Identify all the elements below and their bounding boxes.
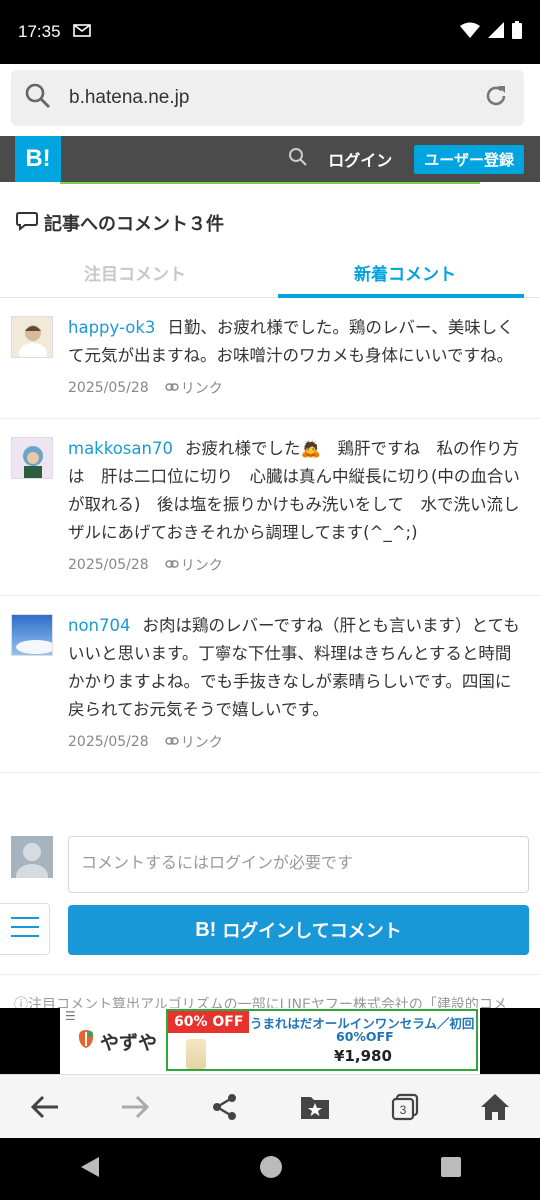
comment-link[interactable]: リンク (165, 732, 223, 752)
comment-bubble-icon (16, 211, 38, 236)
section-title: 記事へのコメント３件 (16, 210, 224, 236)
address-bar[interactable]: b.hatena.ne.jp (11, 70, 524, 126)
comment-date: 2025/05/28 (68, 734, 149, 750)
status-bar: 17:35 (0, 0, 540, 64)
reload-icon[interactable] (482, 82, 510, 114)
ad-price: ¥1,980 (334, 1047, 392, 1065)
page: 17:35 b.hatena.ne.jp B! ログイン ユーザー登録 記事への… (0, 0, 540, 1200)
comment-date: 2025/05/28 (68, 380, 149, 396)
list-item: makkosan70 お疲れ様でした🙇 鶏肝ですね 私の作り方は 肝は二口位に切り… (0, 419, 540, 596)
link-icon (165, 734, 179, 750)
hatena-logo[interactable]: B! (15, 136, 61, 182)
comment-body: non704 お肉は鶏のレバーですね（肝とも言います）とてもいいと思います。丁寧な… (68, 612, 526, 724)
comment-link-label: リンク (180, 381, 223, 397)
comment-link[interactable]: リンク (165, 555, 223, 575)
comment-body: makkosan70 お疲れ様でした🙇 鶏肝ですね 私の作り方は 肝は二口位に切り… (68, 435, 536, 547)
search-icon (25, 83, 51, 113)
wifi-icon (460, 22, 480, 42)
comment-date: 2025/05/28 (68, 557, 149, 573)
status-time: 17:35 (18, 22, 61, 41)
ad-offer: 60% OFF うまれはだオールインワンセラム／初回 60%OFF ¥1,980 (166, 1009, 478, 1071)
tabs-count: 3 (400, 1103, 407, 1117)
default-avatar-icon (11, 836, 53, 878)
comment-link-label: リンク (180, 735, 223, 751)
site-search-icon[interactable] (288, 147, 308, 171)
comment-username[interactable]: happy-ok3 (68, 318, 155, 337)
tab-featured[interactable]: 注目コメント (0, 252, 270, 297)
comment-list: happy-ok3 日勤、お疲れ様でした。鶏のレバー、美味しくて元気が出ますね。お… (0, 298, 540, 773)
avatar[interactable] (11, 316, 53, 358)
section-title-text: 記事へのコメント３件 (44, 214, 224, 235)
comment-input[interactable]: コメントするにはログインが必要です (68, 836, 529, 893)
site-header: B! ログイン ユーザー登録 (0, 136, 540, 182)
url-text[interactable]: b.hatena.ne.jp (69, 87, 482, 109)
link-icon (165, 557, 179, 573)
ad-discount-text: 60%OFF (336, 1029, 394, 1044)
ad-banner[interactable]: ☰ やずや 60% OFF うまれはだオールインワンセラム／初回 60%OFF … (60, 1008, 480, 1074)
nav-back-icon[interactable] (79, 1155, 101, 1183)
nav-recents-icon[interactable] (441, 1157, 461, 1181)
bookmark-folder-icon[interactable] (290, 1082, 340, 1132)
comment-link[interactable]: リンク (165, 378, 223, 398)
battery-icon (512, 21, 522, 43)
comment-text: お肉は鶏のレバーですね（肝とも言います）とてもいいと思います。丁寧な下仕事、料理… (68, 616, 520, 719)
system-nav-bar (0, 1138, 540, 1200)
signal-icon (488, 22, 504, 42)
link-icon (165, 380, 179, 396)
hamburger-icon (10, 916, 39, 942)
comment-meta: 2025/05/28 リンク (68, 378, 526, 398)
list-item: happy-ok3 日勤、お疲れ様でした。鶏のレバー、美味しくて元気が出ますね。お… (0, 298, 540, 419)
back-arrow-icon[interactable] (20, 1082, 70, 1132)
comment-link-label: リンク (180, 558, 223, 574)
share-icon[interactable] (200, 1082, 250, 1132)
ad-brand-name: やずや (100, 1032, 158, 1054)
home-icon[interactable] (470, 1082, 520, 1132)
ad-brand-logo-icon (76, 1028, 96, 1055)
forward-arrow-icon[interactable] (110, 1082, 160, 1132)
ad-close-icon[interactable]: ☰ (65, 1009, 76, 1023)
mail-notification-icon (72, 21, 91, 43)
comment-meta: 2025/05/28 リンク (68, 732, 526, 752)
tab-recent[interactable]: 新着コメント (270, 252, 540, 298)
hatena-b-icon: B! (195, 918, 217, 941)
avatar[interactable] (11, 437, 53, 479)
browser-bottom-bar: 3 (0, 1074, 540, 1138)
header-divider (60, 182, 480, 184)
list-item: non704 お肉は鶏のレバーですね（肝とも言います）とてもいいと思います。丁寧な… (0, 596, 540, 773)
ad-brand: やずや (76, 1028, 157, 1055)
tabs-icon[interactable]: 3 (380, 1082, 430, 1132)
browser-toolbar: b.hatena.ne.jp (0, 64, 540, 136)
comment-meta: 2025/05/28 リンク (68, 555, 526, 575)
comment-tabs: 注目コメント 新着コメント (0, 252, 540, 298)
login-link[interactable]: ログイン (328, 147, 392, 171)
comment-body: happy-ok3 日勤、お疲れ様でした。鶏のレバー、美味しくて元気が出ますね。お… (68, 314, 526, 370)
comment-form: コメントするにはログインが必要です B! ログインしてコメント (0, 815, 540, 975)
ad-product-image (186, 1039, 206, 1069)
login-comment-label: ログインしてコメント (222, 921, 402, 942)
comment-username[interactable]: non704 (68, 616, 131, 635)
menu-button[interactable] (0, 903, 50, 955)
login-comment-button[interactable]: B! ログインしてコメント (68, 905, 529, 955)
comment-username[interactable]: makkosan70 (68, 439, 173, 458)
avatar[interactable] (11, 614, 53, 656)
ad-discount-badge: 60% OFF (168, 1011, 250, 1033)
register-button[interactable]: ユーザー登録 (414, 144, 524, 174)
nav-home-icon[interactable] (259, 1155, 283, 1183)
